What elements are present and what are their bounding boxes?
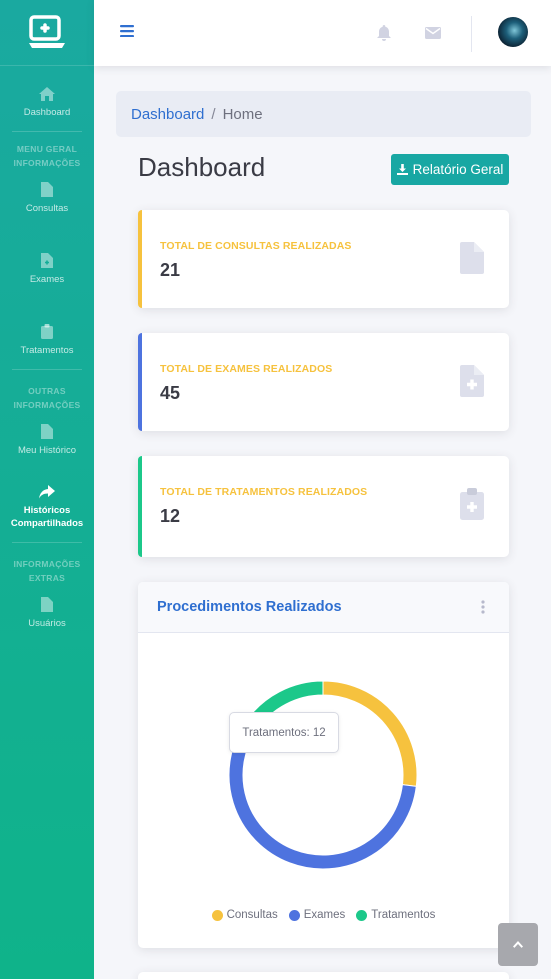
- sidebar-item-tratamentos[interactable]: Tratamentos: [0, 316, 94, 365]
- divider: [12, 542, 82, 543]
- legend-dot: [288, 909, 300, 921]
- breadcrumb: Dashboard / Home: [116, 91, 531, 137]
- share-icon: [39, 485, 55, 499]
- card-accent-bar: [138, 333, 142, 431]
- clipboard-icon: [41, 324, 53, 339]
- sidebar-item-meu-historico[interactable]: Meu Histórico: [0, 416, 94, 465]
- sidebar-item-label: Consultas: [25, 203, 69, 214]
- kebab-menu-icon[interactable]: [481, 600, 485, 614]
- chevron-up-icon: [513, 941, 523, 948]
- doughnut-chart[interactable]: [138, 634, 509, 904]
- file-medical-icon: [460, 365, 484, 397]
- chart-tooltip: Tratamentos: 12: [229, 712, 339, 753]
- section-heading: OUTRAS INFORMAÇÕES: [13, 386, 81, 410]
- bell-icon[interactable]: [377, 25, 391, 41]
- sidebar-item-label: Históricos Compartilhados: [10, 505, 84, 529]
- stat-card-tratamentos: TOTAL DE TRATAMENTOS REALIZADOS 12: [138, 456, 509, 557]
- report-button[interactable]: Relatório Geral: [391, 154, 509, 185]
- next-card: [138, 972, 509, 979]
- avatar[interactable]: [498, 17, 528, 47]
- stat-card-exames: TOTAL DE EXAMES REALIZADOS 45: [138, 333, 509, 431]
- divider: [12, 369, 82, 370]
- sidebar-item-label: Dashboard: [23, 107, 71, 118]
- card-value: 21: [160, 260, 181, 280]
- file-icon: [41, 424, 53, 439]
- sidebar: Dashboard MENU GERAL INFORMAÇÕES Consult…: [0, 0, 94, 979]
- topbar: [94, 0, 551, 66]
- divider: [471, 16, 472, 52]
- divider: [12, 131, 82, 132]
- chart-legend: Consultas Exames Tratamentos: [138, 909, 509, 921]
- section-heading: INFORMAÇÕES EXTRAS: [13, 559, 81, 583]
- card-value: 12: [160, 506, 181, 526]
- file-icon: [460, 242, 484, 274]
- legend-item-consultas[interactable]: Consultas: [211, 909, 278, 921]
- legend-dot: [356, 909, 368, 921]
- card-accent-bar: [138, 210, 142, 308]
- chart-card: Procedimentos Realizados Tratamentos: 12…: [138, 582, 509, 948]
- chart-header: Procedimentos Realizados: [138, 582, 509, 633]
- home-icon: [39, 87, 55, 101]
- sidebar-item-label: Usuários: [28, 618, 66, 629]
- legend-item-exames[interactable]: Exames: [288, 909, 346, 921]
- card-value: 45: [160, 383, 181, 403]
- envelope-icon[interactable]: [425, 27, 441, 39]
- file-medical-icon: [41, 253, 53, 268]
- legend-dot: [211, 909, 223, 921]
- chart-title: Procedimentos Realizados: [157, 599, 342, 615]
- file-icon: [41, 182, 53, 197]
- scroll-to-top-button[interactable]: [498, 923, 538, 966]
- card-accent-bar: [138, 456, 142, 557]
- sidebar-item-historicos-compartilhados[interactable]: Históricos Compartilhados: [0, 477, 94, 538]
- report-button-label: Relatório Geral: [412, 162, 504, 177]
- clipboard-medical-icon: [460, 488, 484, 520]
- sidebar-item-consultas[interactable]: Consultas: [0, 174, 94, 223]
- legend-label: Consultas: [226, 909, 278, 921]
- file-icon: [41, 597, 53, 612]
- page-title: Dashboard: [138, 152, 266, 182]
- sidebar-item-dashboard[interactable]: Dashboard: [0, 79, 94, 127]
- medical-laptop-icon: [29, 14, 65, 48]
- download-icon: [396, 164, 408, 175]
- legend-label: Tratamentos: [371, 909, 436, 921]
- breadcrumb-current: Home: [222, 105, 263, 123]
- breadcrumb-link-dashboard[interactable]: Dashboard: [131, 106, 204, 123]
- stat-card-consultas: TOTAL DE CONSULTAS REALIZADAS 21: [138, 210, 509, 308]
- sidebar-item-usuarios[interactable]: Usuários: [0, 589, 94, 638]
- sidebar-item-exames[interactable]: Exames: [0, 245, 94, 294]
- hamburger-menu-icon[interactable]: [120, 25, 134, 37]
- sidebar-item-label: Tratamentos: [20, 345, 74, 356]
- card-title: TOTAL DE TRATAMENTOS REALIZADOS: [160, 486, 368, 498]
- sidebar-item-label: Meu Histórico: [17, 445, 77, 456]
- card-title: TOTAL DE CONSULTAS REALIZADAS: [160, 240, 352, 252]
- breadcrumb-separator: /: [211, 105, 216, 123]
- section-heading: MENU GERAL INFORMAÇÕES: [13, 144, 81, 168]
- legend-label: Exames: [303, 909, 346, 921]
- card-title: TOTAL DE EXAMES REALIZADOS: [160, 363, 333, 375]
- sidebar-item-label: Exames: [29, 274, 65, 285]
- brand-logo[interactable]: [0, 0, 94, 66]
- legend-item-tratamentos[interactable]: Tratamentos: [356, 909, 435, 921]
